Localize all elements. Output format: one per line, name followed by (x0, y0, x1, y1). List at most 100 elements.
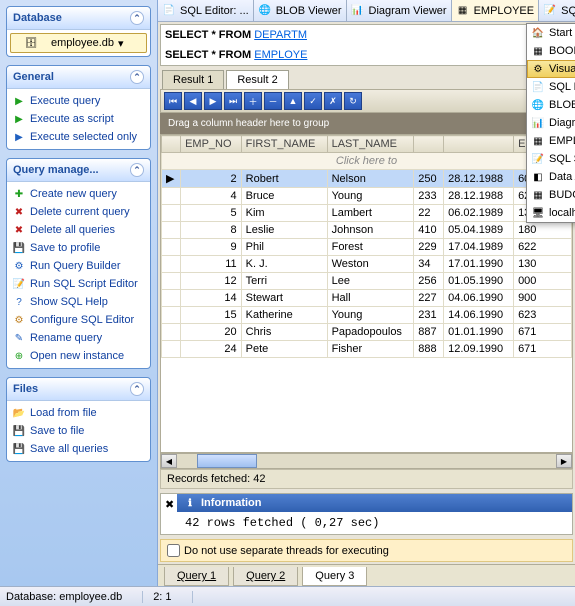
collapse-icon[interactable]: ⌃ (130, 70, 144, 84)
sidebar-item[interactable]: 💾Save all queries (10, 440, 147, 458)
tab-label: SQL Editor: ... (180, 5, 249, 17)
sidebar-item[interactable]: ✖Delete all queries (10, 221, 147, 239)
database-selector[interactable]: 🗄 employee.db ▾ (10, 33, 147, 53)
item-label: Configure SQL Editor (30, 314, 134, 326)
last-button[interactable]: ⏭ (224, 92, 242, 110)
item-icon: ✎ (12, 331, 26, 345)
remove-button[interactable]: － (264, 92, 282, 110)
editor-tab[interactable]: 📊Diagram Viewer (347, 0, 452, 21)
collapse-icon[interactable]: ⌃ (130, 163, 144, 177)
sidebar-item[interactable]: 💾Save to profile (10, 239, 147, 257)
sql-editor[interactable]: SELECT * FROM DEPARTMSELECT * FROM EMPLO… (160, 24, 573, 66)
query-tab[interactable]: Query 2 (233, 567, 298, 586)
sidebar-item[interactable]: ▶Execute query (10, 92, 147, 110)
table-row[interactable]: 15KatherineYoung23114.06.1990623 (162, 307, 572, 324)
column-header[interactable]: LAST_NAME (327, 136, 414, 153)
editor-tab[interactable]: ▦EMPLOYEE (452, 0, 540, 21)
sidebar-item[interactable]: ▶Execute selected only (10, 128, 147, 146)
prev-button[interactable]: ◀ (184, 92, 202, 110)
item-label: Save to profile (30, 242, 100, 254)
result-tabs: Result 1Result 2 (158, 68, 575, 89)
database-panel: Database⌃ 🗄 employee.db ▾ (6, 6, 151, 57)
result-tab[interactable]: Result 2 (226, 70, 288, 89)
next-button[interactable]: ▶ (204, 92, 222, 110)
group-header[interactable]: Drag a column header here to group (160, 113, 573, 134)
close-info-button[interactable]: ✖ (161, 494, 177, 534)
threads-option[interactable]: Do not use separate threads for executin… (160, 539, 573, 562)
threads-checkbox[interactable] (167, 544, 180, 557)
table-row[interactable]: 9PhilForest22917.04.1989622 (162, 239, 572, 256)
popup-item-label: Start page (549, 27, 575, 39)
column-header[interactable] (162, 136, 181, 153)
table-row[interactable]: 12TerriLee25601.05.1990000 (162, 273, 572, 290)
column-header[interactable]: EMP_NO (181, 136, 242, 153)
table-row[interactable]: 8LeslieJohnson41005.04.1989180 (162, 222, 572, 239)
first-button[interactable]: ⏮ (164, 92, 182, 110)
scroll-thumb[interactable] (197, 454, 257, 468)
sidebar-item[interactable]: ⊕Open new instance (10, 347, 147, 365)
table-row[interactable]: ▶2RobertNelson25028.12.1988600 (162, 170, 572, 188)
sidebar-item[interactable]: 💾Save to file (10, 422, 147, 440)
sidebar-item[interactable]: ✖Delete current query (10, 203, 147, 221)
popup-item[interactable]: 🖥localhost (527, 204, 575, 222)
edit-button[interactable]: ▲ (284, 92, 302, 110)
query-tab[interactable]: Query 3 (302, 567, 367, 586)
popup-item-label: EMPLOYEE (549, 135, 575, 147)
general-panel: General⌃ ▶Execute query▶Execute as scrip… (6, 65, 151, 150)
table-row[interactable]: 11K. J.Weston3417.01.1990130 (162, 256, 572, 273)
result-tab[interactable]: Result 1 (162, 70, 224, 89)
collapse-icon[interactable]: ⌃ (130, 11, 144, 25)
popup-item-icon: ◧ (531, 170, 545, 184)
sidebar-item[interactable]: ⚙Run Query Builder (10, 257, 147, 275)
popup-item-icon: 📊 (531, 116, 545, 130)
sidebar-item[interactable]: ⚙Configure SQL Editor (10, 311, 147, 329)
sidebar-item[interactable]: ▶Execute as script (10, 110, 147, 128)
sidebar-item[interactable]: 📂Load from file (10, 404, 147, 422)
sidebar-item[interactable]: ?Show SQL Help (10, 293, 147, 311)
query-tab[interactable]: Query 1 (164, 567, 229, 586)
sidebar-item[interactable]: 📝Run SQL Script Editor (10, 275, 147, 293)
popup-item[interactable]: 📄SQL Editor: Query 3 (527, 78, 575, 96)
scroll-left-button[interactable]: ◀ (161, 454, 177, 468)
popup-item[interactable]: ▦BUDGET_2004 (527, 186, 575, 204)
popup-item[interactable]: ▦BOOKS (527, 42, 575, 60)
window-list-popup: 🏠 Start page ▦BOOKS⚙Visual Query Builder📄S… (526, 23, 575, 223)
popup-item-icon: 🏠 (531, 26, 545, 40)
popup-item[interactable]: ▦EMPLOYEE (527, 132, 575, 150)
table-row[interactable]: 14StewartHall22704.06.1990900 (162, 290, 572, 307)
table-row[interactable]: 24PeteFisher88812.09.1990671 (162, 341, 572, 358)
item-label: Run SQL Script Editor (30, 278, 138, 290)
editor-tab[interactable]: 📄SQL Editor: ... (158, 0, 254, 21)
table-row[interactable]: 20ChrisPapadopoulos88701.01.1990671 (162, 324, 572, 341)
collapse-icon[interactable]: ⌃ (130, 382, 144, 396)
popup-item[interactable]: ◧ Data Analysis (527, 168, 575, 186)
info-icon: ℹ (183, 496, 197, 510)
table-row[interactable]: 4BruceYoung23328.12.1988621 (162, 188, 572, 205)
popup-item[interactable]: 📝SQL Script Editor (527, 150, 575, 168)
popup-item-icon: 📄 (531, 80, 545, 94)
editor-tab[interactable]: 🌐BLOB Viewer (254, 0, 347, 21)
tab-icon: 📝 (543, 4, 557, 18)
commit-button[interactable]: ✓ (304, 92, 322, 110)
add-button[interactable]: ＋ (244, 92, 262, 110)
horizontal-scrollbar[interactable]: ◀ ▶ (160, 453, 573, 469)
column-header[interactable]: FIRST_NAME (241, 136, 327, 153)
item-icon: ▶ (12, 94, 26, 108)
column-header[interactable] (414, 136, 444, 153)
popup-item[interactable]: 🌐BLOB Viewer (527, 96, 575, 114)
column-header[interactable] (444, 136, 514, 153)
table-row[interactable]: 5KimLambert2206.02.1989130 (162, 205, 572, 222)
popup-item[interactable]: ⚙Visual Query Builder (527, 60, 575, 78)
scroll-right-button[interactable]: ▶ (556, 454, 572, 468)
item-icon: 📂 (12, 406, 26, 420)
tab-icon: 🌐 (258, 4, 272, 18)
cancel-button[interactable]: ✗ (324, 92, 342, 110)
sidebar-item[interactable]: ✚Create new query (10, 185, 147, 203)
popup-item[interactable]: 📊Diagram Viewer (527, 114, 575, 132)
popup-item-label: Data Analysis (549, 171, 575, 183)
sidebar-item[interactable]: ✎Rename query (10, 329, 147, 347)
refresh-button[interactable]: ↻ (344, 92, 362, 110)
popup-item[interactable]: 🏠 Start page (527, 24, 575, 42)
editor-tab[interactable]: 📝SQL Scrip (539, 0, 575, 21)
results-grid[interactable]: EMP_NOFIRST_NAMELAST_NAMEEPT_NOClick her… (160, 134, 573, 453)
